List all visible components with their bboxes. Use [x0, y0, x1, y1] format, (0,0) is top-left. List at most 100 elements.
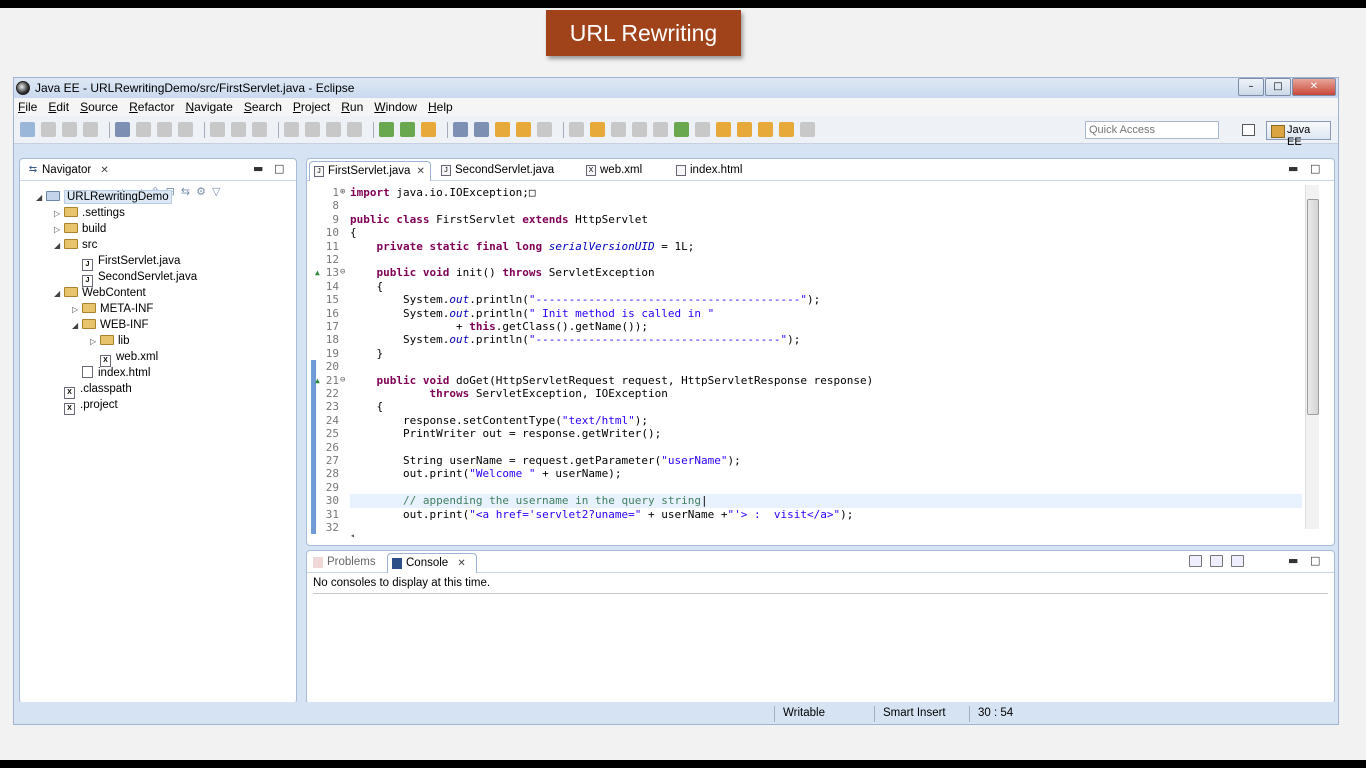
- suspend-icon[interactable]: [305, 122, 320, 137]
- resume-icon[interactable]: [284, 122, 299, 137]
- tab-editor-file[interactable]: Xweb.xml: [582, 161, 642, 181]
- tree-item[interactable]: ◢ URLRewritingDemo: [36, 189, 172, 205]
- open-type-icon[interactable]: [495, 122, 510, 137]
- tree-item[interactable]: ◢ WebContent: [54, 285, 146, 301]
- minimize-view-icon[interactable]: ▬: [1288, 554, 1298, 567]
- menu-search[interactable]: Search: [244, 100, 282, 114]
- prev-annotation-icon[interactable]: [737, 122, 752, 137]
- tree-item[interactable]: ▷ lib: [90, 333, 130, 349]
- fold-toggle-icon[interactable]: ⊖: [340, 374, 350, 387]
- terminate-icon[interactable]: [326, 122, 341, 137]
- close-icon[interactable]: ✕: [100, 165, 108, 176]
- quick-access-input[interactable]: [1085, 121, 1219, 139]
- perspective-java-ee-button[interactable]: Java EE: [1266, 121, 1331, 148]
- mark-occurrences-icon[interactable]: [590, 122, 605, 137]
- run-icon[interactable]: [400, 122, 415, 137]
- print-icon[interactable]: [83, 122, 98, 137]
- menu-window[interactable]: Window: [374, 100, 417, 114]
- open-perspective-icon[interactable]: [1242, 124, 1255, 136]
- tab-problems[interactable]: Problems: [309, 553, 376, 573]
- search-icon[interactable]: [537, 122, 552, 137]
- open-console-icon[interactable]: [1189, 555, 1202, 567]
- tree-item[interactable]: J FirstServlet.java: [72, 253, 180, 271]
- close-button[interactable]: ✕: [1292, 78, 1336, 96]
- last-edit-icon[interactable]: [800, 122, 815, 137]
- menu-edit[interactable]: Edit: [48, 100, 69, 114]
- tab-navigator[interactable]: ⇆ Navigator ✕: [24, 161, 109, 181]
- new-icon[interactable]: [20, 122, 35, 137]
- block-select-icon[interactable]: [632, 122, 647, 137]
- tree-item[interactable]: ▷ META-INF: [72, 301, 153, 317]
- tree-item[interactable]: Xweb.xml: [90, 349, 158, 367]
- forward-icon[interactable]: [779, 122, 794, 137]
- vertical-scrollbar[interactable]: [1305, 185, 1319, 529]
- list-icon[interactable]: [157, 122, 172, 137]
- tab-editor-file[interactable]: J SecondServlet.java: [437, 161, 554, 181]
- collapsed-twisty-icon[interactable]: ▷: [54, 206, 64, 222]
- globe-icon[interactable]: [674, 122, 689, 137]
- filter-icon[interactable]: ⚙: [196, 185, 212, 198]
- view-menu-icon[interactable]: ▽: [212, 185, 226, 198]
- show-whitespace-icon[interactable]: [653, 122, 668, 137]
- expanded-twisty-icon[interactable]: ◢: [54, 286, 64, 302]
- menu-run[interactable]: Run: [341, 100, 363, 114]
- external-tools-icon[interactable]: [421, 122, 436, 137]
- tree-item[interactable]: ◢ WEB-INF: [72, 317, 149, 333]
- step-icon[interactable]: [252, 122, 267, 137]
- tree-item[interactable]: X .project: [54, 397, 118, 415]
- menu-project[interactable]: Project: [293, 100, 330, 114]
- maximize-view-icon[interactable]: □: [274, 162, 284, 175]
- collapsed-twisty-icon[interactable]: ▷: [54, 222, 64, 238]
- word-wrap-icon[interactable]: [611, 122, 626, 137]
- tree-item[interactable]: index.html: [72, 365, 150, 381]
- maximize-button[interactable]: □: [1265, 78, 1291, 96]
- pin-icon[interactable]: [695, 122, 710, 137]
- close-icon[interactable]: ✕: [457, 558, 465, 569]
- minimize-view-icon[interactable]: ▬: [253, 162, 263, 175]
- expanded-twisty-icon[interactable]: ◢: [36, 190, 46, 206]
- skip-breakpoints-icon[interactable]: [136, 122, 151, 137]
- save-all-icon[interactable]: [62, 122, 77, 137]
- debug-icon[interactable]: [379, 122, 394, 137]
- expanded-twisty-icon[interactable]: ◢: [54, 238, 64, 254]
- minimize-view-icon[interactable]: ▬: [1288, 162, 1298, 175]
- new-server-icon[interactable]: [453, 122, 468, 137]
- tab-console[interactable]: Console ✕: [387, 553, 477, 573]
- tree-item[interactable]: ▷ build: [54, 221, 106, 237]
- maximize-view-icon[interactable]: □: [1310, 554, 1320, 567]
- redo-icon[interactable]: [231, 122, 246, 137]
- tree-item[interactable]: X .classpath: [54, 381, 132, 399]
- save-icon[interactable]: [41, 122, 56, 137]
- collapsed-twisty-icon[interactable]: ▷: [72, 302, 82, 318]
- next-annotation-icon[interactable]: [716, 122, 731, 137]
- menu-navigate[interactable]: Navigate: [185, 100, 232, 114]
- menu-help[interactable]: Help: [428, 100, 453, 114]
- fold-toggle-icon[interactable]: ⊕: [340, 186, 350, 199]
- menu-source[interactable]: Source: [80, 100, 118, 114]
- maximize-view-icon[interactable]: □: [1310, 162, 1320, 175]
- tab-editor-file[interactable]: J FirstServlet.java ✕: [309, 161, 431, 181]
- expanded-twisty-icon[interactable]: ◢: [72, 318, 82, 334]
- menu-refactor[interactable]: Refactor: [129, 100, 174, 114]
- fold-toggle-icon[interactable]: ⊖: [340, 266, 350, 279]
- back-icon[interactable]: [758, 122, 773, 137]
- new-package-icon[interactable]: [474, 122, 489, 137]
- new-console-icon[interactable]: [1231, 555, 1244, 567]
- menu-file[interactable]: File: [18, 100, 37, 114]
- format-icon[interactable]: [178, 122, 193, 137]
- tree-item[interactable]: J SecondServlet.java: [72, 269, 197, 287]
- minimize-button[interactable]: –: [1238, 78, 1264, 96]
- collapsed-twisty-icon[interactable]: ▷: [90, 334, 100, 350]
- tree-item[interactable]: ▷ .settings: [54, 205, 125, 221]
- link-editor-icon[interactable]: ⇆: [181, 185, 196, 198]
- code-editor[interactable]: ◂ 1 ⊕ import java.io.IOException;□ 8 9 public…: [307, 181, 1334, 545]
- close-icon[interactable]: ✕: [416, 166, 424, 177]
- annotation-icon[interactable]: [569, 122, 584, 137]
- open-folder-icon[interactable]: [516, 122, 531, 137]
- display-console-icon[interactable]: [1210, 555, 1223, 567]
- disconnect-icon[interactable]: [347, 122, 362, 137]
- tree-item[interactable]: ◢ src: [54, 237, 97, 253]
- undo-icon[interactable]: [210, 122, 225, 137]
- scrollbar-thumb[interactable]: [1307, 199, 1319, 415]
- tab-editor-file[interactable]: index.html: [672, 161, 742, 181]
